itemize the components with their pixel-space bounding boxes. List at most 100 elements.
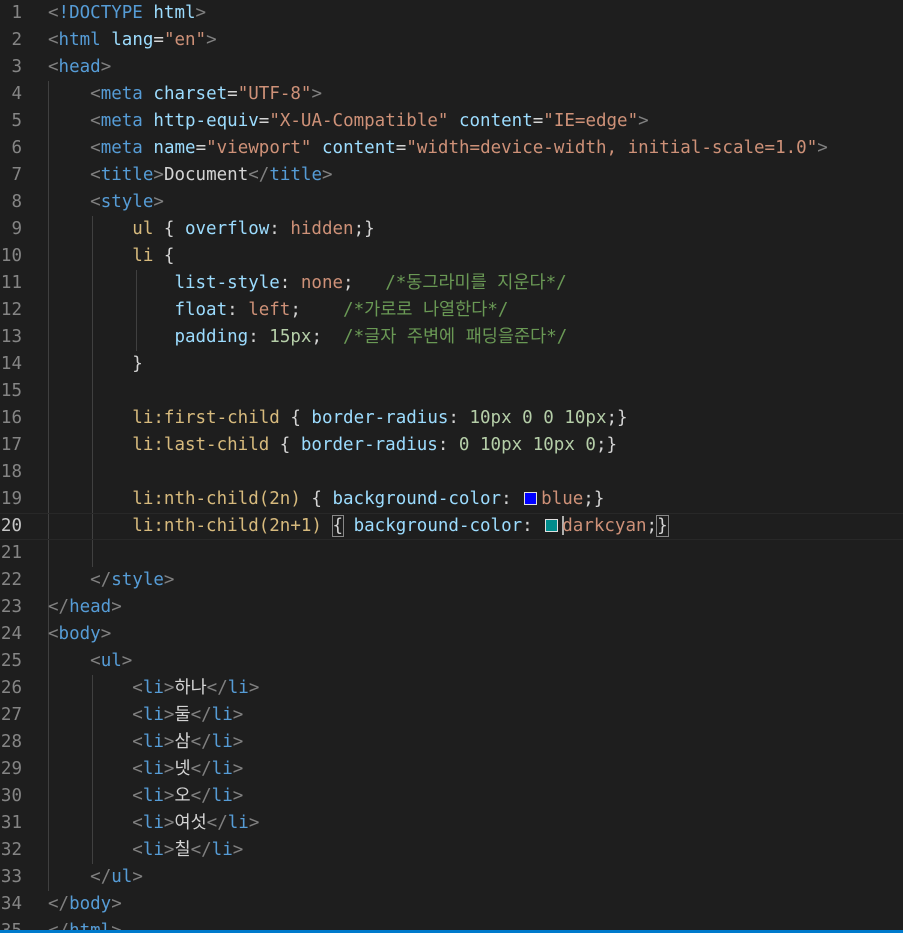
code-line[interactable]: 8 <style> [0, 189, 903, 216]
code-line[interactable]: 13 padding: 15px; /*글자 주변에 패딩을준다*/ [0, 324, 903, 351]
code-line[interactable]: 29 <li>넷</li> [0, 756, 903, 783]
code-line[interactable]: 21 [0, 540, 903, 567]
code-line[interactable]: 28 <li>삼</li> [0, 729, 903, 756]
line-code: <li>삼</li> [48, 729, 243, 756]
code-token: : [248, 327, 270, 347]
color-swatch-icon[interactable] [545, 519, 559, 532]
line-code: <title>Document</title> [48, 162, 332, 189]
code-editor[interactable]: 1 <!DOCTYPE html> 2 <html lang="en"> 3 <head>… [0, 0, 903, 933]
code-line[interactable]: 27 <li>둘</li> [0, 702, 903, 729]
code-token: content [458, 111, 533, 131]
code-line[interactable]: 30 <li>오</li> [0, 783, 903, 810]
line-number: 21 [0, 543, 22, 563]
code-token: charset [153, 84, 228, 104]
code-token: : [437, 435, 459, 455]
code-token: > [163, 678, 175, 698]
code-token: < [90, 651, 101, 671]
code-token: float [174, 300, 228, 320]
code-token: </ [90, 570, 112, 590]
code-token: li [142, 732, 164, 752]
line-code: li:last-child { border-radius: 0 10px 10… [48, 432, 617, 459]
code-line[interactable]: 12 float: left; /*가로로 나열한다*/ [0, 297, 903, 324]
code-token: /*글자 주변에 패딩을준다*/ [343, 327, 568, 347]
code-token: </ [248, 165, 270, 185]
code-token: "UTF-8" [237, 84, 312, 104]
code-token: < [48, 57, 59, 77]
code-token: blue [541, 489, 584, 509]
code-line[interactable]: 32 <li>칠</li> [0, 837, 903, 864]
line-code: } [48, 351, 143, 378]
code-line[interactable]: 23 </head> [0, 594, 903, 621]
code-token: 삼 [174, 732, 191, 752]
code-line[interactable]: 3 <head> [0, 54, 903, 81]
code-line[interactable]: 16 li:first-child { border-radius: 10px … [0, 405, 903, 432]
code-line[interactable]: 11 list-style: none; /*동그라미를 지운다*/ [0, 270, 903, 297]
code-line[interactable]: 4 <meta charset="UTF-8"> [0, 81, 903, 108]
code-line[interactable]: 9 ul { overflow: hidden;} [0, 216, 903, 243]
line-code: li { [48, 243, 174, 270]
code-token: </ [90, 867, 112, 887]
code-line[interactable]: 34 </body> [0, 891, 903, 918]
line-code: <li>넷</li> [48, 756, 243, 783]
line-code: <html lang="en"> [48, 27, 217, 54]
code-line[interactable]: 17 li:last-child { border-radius: 0 10px… [0, 432, 903, 459]
code-line[interactable]: 20 li:nth-child(2n+1) { background-color… [0, 513, 903, 540]
color-swatch-icon[interactable] [524, 492, 538, 505]
code-token: < [132, 786, 143, 806]
code-token: li [211, 840, 233, 860]
line-number: 10 [0, 246, 22, 266]
code-token: 넷 [174, 759, 191, 779]
code-line[interactable]: 24 <body> [0, 621, 903, 648]
code-line[interactable]: 19 li:nth-child(2n) { background-color: … [0, 486, 903, 513]
code-line[interactable]: 15 [0, 378, 903, 405]
line-number: 3 [11, 57, 22, 77]
code-line[interactable]: 31 <li>여섯</li> [0, 810, 903, 837]
code-line[interactable]: 5 <meta http-equiv="X-UA-Compatible" con… [0, 108, 903, 135]
line-number: 12 [0, 300, 22, 320]
line-number: 24 [0, 624, 22, 644]
code-line[interactable]: 6 <meta name="viewport" content="width=d… [0, 135, 903, 162]
code-line[interactable]: 33 </ul> [0, 864, 903, 891]
line-number: 33 [0, 867, 22, 887]
code-token: "IE=edge" [543, 111, 639, 131]
code-line[interactable]: 22 </style> [0, 567, 903, 594]
code-line[interactable]: 7 <title>Document</title> [0, 162, 903, 189]
code-token: > [111, 597, 122, 617]
code-token: border-radius [300, 435, 438, 455]
code-token: padding [174, 327, 249, 347]
code-line[interactable]: 26 <li>하나</li> [0, 675, 903, 702]
line-number: 25 [0, 651, 22, 671]
code-token: li:nth-child(2n+1) [132, 516, 322, 536]
code-token: < [90, 138, 101, 158]
code-line[interactable]: 25 <ul> [0, 648, 903, 675]
code-line[interactable]: 2 <html lang="en"> [0, 27, 903, 54]
line-code: <ul> [48, 648, 132, 675]
line-number: 27 [0, 705, 22, 725]
line-number: 20 [0, 516, 22, 536]
line-number: 32 [0, 840, 22, 860]
code-token: </ [48, 597, 70, 617]
code-token: 10px [469, 408, 512, 428]
code-token: ul [100, 651, 122, 671]
code-line[interactable]: 1 <!DOCTYPE html> [0, 0, 903, 27]
code-token: > [163, 570, 175, 590]
code-line[interactable]: 10 li { [0, 243, 903, 270]
code-token: </ [48, 894, 70, 914]
code-token: "viewport" [206, 138, 312, 158]
line-number: 6 [11, 138, 22, 158]
code-line[interactable]: 14 } [0, 351, 903, 378]
line-number: 9 [11, 219, 22, 239]
code-token: > [232, 759, 244, 779]
code-token: > [232, 705, 244, 725]
code-token: > [163, 786, 175, 806]
code-line[interactable]: 18 [0, 459, 903, 486]
code-token: > [153, 192, 164, 212]
